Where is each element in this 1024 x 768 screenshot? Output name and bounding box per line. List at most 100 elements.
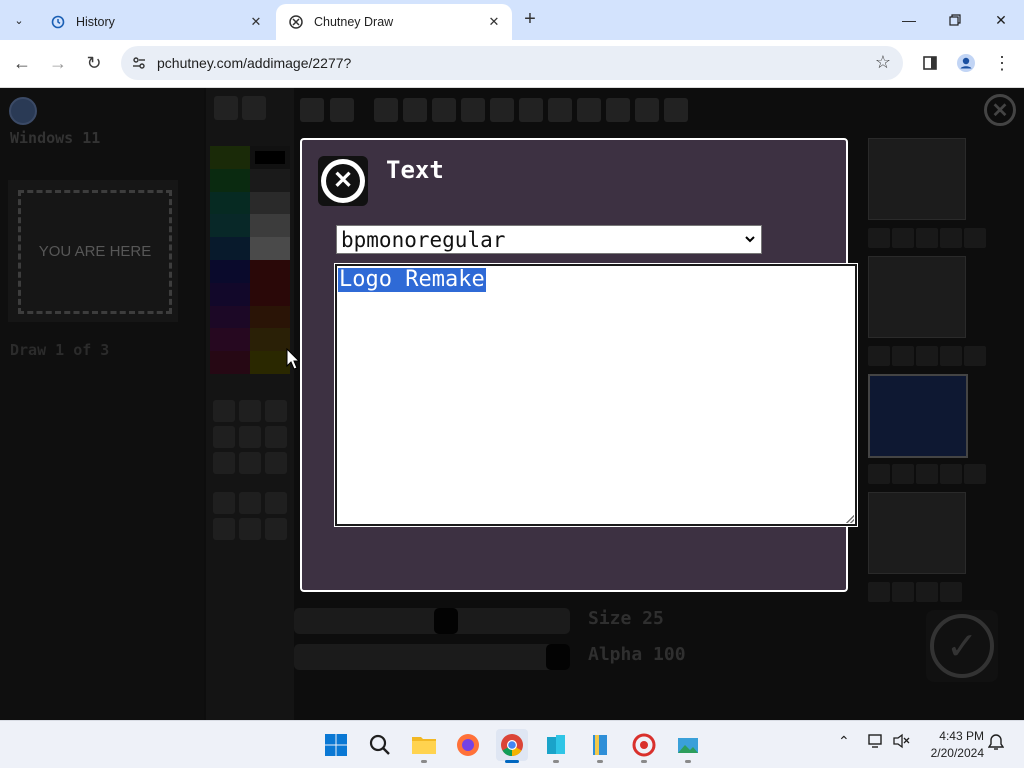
- layer-merge-icon[interactable]: [964, 228, 986, 248]
- tab-close-icon[interactable]: ✕: [486, 14, 502, 30]
- blob-shape-icon[interactable]: [239, 518, 261, 540]
- system-clock[interactable]: 4:43 PM 2/20/2024: [922, 728, 984, 762]
- layer-add-icon[interactable]: [940, 582, 962, 602]
- app-book-icon[interactable]: [584, 729, 616, 763]
- firefox-icon[interactable]: [452, 729, 484, 761]
- grid-icon[interactable]: [461, 98, 485, 122]
- forward-arrow-icon[interactable]: →: [46, 51, 70, 75]
- color-swatch[interactable]: [250, 282, 290, 306]
- layer-visibility-icon[interactable]: [868, 582, 890, 602]
- flip-icon[interactable]: [490, 98, 514, 122]
- save-icon[interactable]: [214, 96, 238, 120]
- layer-eye-icon[interactable]: [892, 228, 914, 248]
- layer-merge-icon[interactable]: [964, 464, 986, 484]
- network-icon[interactable]: [868, 733, 886, 752]
- select-tool-icon[interactable]: [265, 452, 287, 474]
- mirror-icon[interactable]: [519, 98, 543, 122]
- color-swatch[interactable]: [210, 305, 250, 329]
- settings-icon[interactable]: [242, 96, 266, 120]
- rect-shape-icon[interactable]: [265, 492, 287, 514]
- layer-visibility-icon[interactable]: [868, 346, 890, 366]
- brush-tool-icon[interactable]: [265, 400, 287, 422]
- layer-thumbnail[interactable]: [868, 256, 966, 338]
- layer-delete-icon[interactable]: [916, 346, 938, 366]
- move-icon[interactable]: [432, 98, 456, 122]
- tab-close-icon[interactable]: ✕: [248, 14, 264, 30]
- reload-icon[interactable]: ↻: [82, 51, 106, 75]
- layer-merge-icon[interactable]: [964, 346, 986, 366]
- close-window-icon[interactable]: ✕: [978, 0, 1024, 40]
- rotate-icon[interactable]: [548, 98, 572, 122]
- color-swatch[interactable]: [250, 237, 290, 260]
- tab-chutney-draw[interactable]: Chutney Draw ✕: [276, 4, 512, 40]
- pen-tool-icon[interactable]: [213, 426, 235, 448]
- color-swatch[interactable]: [250, 168, 290, 192]
- layer-visibility-icon[interactable]: [868, 228, 890, 248]
- color-swatch[interactable]: [210, 259, 250, 283]
- fill-tool-icon[interactable]: [213, 452, 235, 474]
- tray-chevron-up-icon[interactable]: ⌃: [838, 733, 850, 750]
- color-swatch[interactable]: [210, 214, 250, 238]
- alpha-slider-thumb[interactable]: [546, 644, 570, 670]
- text-input-area[interactable]: Logo Remake: [334, 263, 858, 527]
- site-info-icon[interactable]: [131, 55, 147, 71]
- tab-search-chevron-icon[interactable]: ⌄: [8, 9, 30, 31]
- dialog-close-button[interactable]: ✕: [318, 156, 368, 206]
- chrome-icon[interactable]: [496, 729, 528, 763]
- new-tab-button[interactable]: +: [519, 9, 541, 31]
- color-swatch[interactable]: [250, 259, 290, 283]
- site-logo-icon[interactable]: [9, 97, 37, 125]
- tab-history[interactable]: History ✕: [38, 4, 274, 40]
- layer-visibility-icon[interactable]: [868, 464, 890, 484]
- restore-icon[interactable]: [932, 0, 978, 40]
- file-explorer-icon[interactable]: [408, 729, 440, 763]
- volume-muted-icon[interactable]: [893, 733, 911, 752]
- lasso-tool-icon[interactable]: [213, 518, 235, 540]
- redo-icon[interactable]: [330, 98, 354, 122]
- layer-copy-icon[interactable]: [940, 346, 962, 366]
- marker-tool-icon[interactable]: [239, 426, 261, 448]
- layer-eye-icon[interactable]: [892, 582, 914, 602]
- app-red-icon[interactable]: [628, 729, 660, 763]
- color-swatch[interactable]: [210, 328, 250, 352]
- font-select[interactable]: bpmonoregular: [336, 225, 762, 254]
- resize-grip-icon[interactable]: [846, 515, 854, 523]
- circle-shape-icon[interactable]: [213, 492, 235, 514]
- layer-eye-icon[interactable]: [892, 346, 914, 366]
- pencil-tool-icon[interactable]: [213, 400, 235, 422]
- back-arrow-icon[interactable]: ←: [10, 51, 34, 75]
- color-swatch[interactable]: [250, 328, 290, 352]
- layer-thumbnail[interactable]: [868, 138, 966, 220]
- color-swatch[interactable]: [250, 214, 290, 238]
- layer-thumbnail-selected[interactable]: [868, 374, 968, 458]
- layer-copy-icon[interactable]: [940, 228, 962, 248]
- side-panel-icon[interactable]: [918, 51, 942, 75]
- size-slider-thumb[interactable]: [434, 608, 458, 634]
- search-icon[interactable]: [364, 729, 396, 761]
- menu-kebab-icon[interactable]: ⋮: [990, 51, 1014, 75]
- color-swatch[interactable]: [250, 146, 290, 169]
- layer-copy-icon[interactable]: [940, 464, 962, 484]
- zoom-out-icon[interactable]: [374, 98, 398, 122]
- undo-icon[interactable]: [300, 98, 324, 122]
- color-swatch[interactable]: [210, 168, 250, 192]
- layer-eye-icon[interactable]: [892, 464, 914, 484]
- layer-delete-icon[interactable]: [916, 464, 938, 484]
- color-swatch[interactable]: [210, 191, 250, 215]
- zoom-in-icon[interactable]: [403, 98, 427, 122]
- color-swatch[interactable]: [210, 351, 250, 374]
- layer-delete-icon[interactable]: [916, 582, 938, 602]
- start-icon[interactable]: [320, 729, 352, 761]
- profile-avatar-icon[interactable]: [954, 51, 978, 75]
- color-swatch[interactable]: [210, 237, 250, 260]
- alpha-slider[interactable]: [294, 644, 570, 670]
- eraser-tool-icon[interactable]: [239, 400, 261, 422]
- confirm-button[interactable]: ✓: [926, 610, 998, 682]
- square-shape-icon[interactable]: [239, 492, 261, 514]
- color-swatch[interactable]: [210, 282, 250, 306]
- color-swatch[interactable]: [250, 191, 290, 215]
- color-swatch[interactable]: [250, 305, 290, 329]
- filter-icon[interactable]: [664, 98, 688, 122]
- color-swatch[interactable]: [250, 351, 290, 374]
- layer-thumbnail[interactable]: [868, 492, 966, 574]
